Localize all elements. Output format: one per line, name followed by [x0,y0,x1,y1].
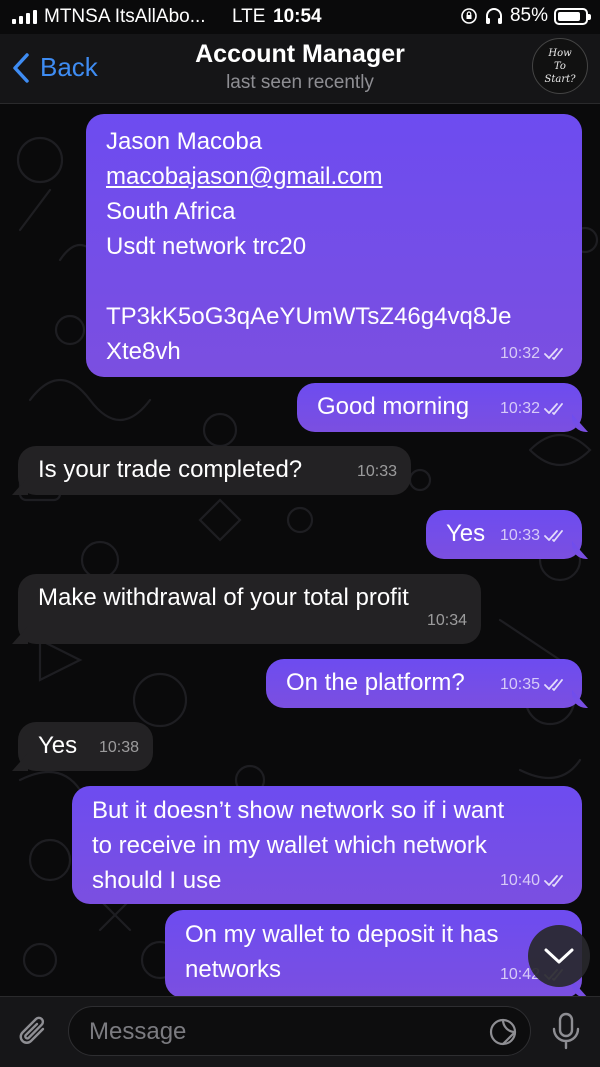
orientation-lock-icon [461,8,477,24]
chat-header: Back Account Manager last seen recently … [0,34,600,104]
network-type: LTE [232,6,266,27]
back-button[interactable]: Back [12,52,98,83]
double-check-icon [544,529,568,543]
back-label: Back [40,52,98,82]
avatar[interactable]: How To Start? [532,38,588,94]
chevron-down-icon [544,948,574,964]
message-text-line: TP3kK5oG3qAeYUmWTsZ46g4vq8Je [106,303,512,330]
headphones-icon [485,8,502,24]
message-text-line: Xte8vh [106,338,181,365]
avatar-text-line: How [548,47,572,59]
battery-icon [554,7,591,25]
message-text: Is your trade completed? [38,456,303,483]
message-time: 10:38 [98,739,139,756]
email-link[interactable]: macobajason@gmail.com [106,159,562,194]
chevron-left-icon [13,52,29,83]
message-time: 10:35 [499,676,540,693]
chat-title: Account Manager [195,40,405,68]
scroll-to-bottom-button[interactable] [528,925,590,987]
status-time: 10:54 [273,6,322,27]
status-bar: MTNSA ItsAllAbo... LTE 10:54 85% [0,0,600,34]
message-bubble-outgoing[interactable]: Good morning 10:32 [297,383,582,432]
voice-message-button[interactable] [550,1011,582,1056]
avatar-text-line: Start? [544,73,576,85]
last-seen-status: last seen recently [226,72,374,93]
carrier-name: MTNSA ItsAllAbo... [44,6,206,27]
signal-icon [12,10,37,24]
message-bubble-incoming[interactable]: Is your trade completed? 10:33 [18,446,411,495]
message-bubble-outgoing[interactable]: On the platform? 10:35 [266,659,582,708]
message-text-line: should I use [92,867,222,894]
chat-title-area[interactable]: Account Manager last seen recently [150,40,450,94]
message-text: Yes [446,520,486,547]
double-check-icon [544,347,568,361]
avatar-text-line: To [554,60,566,72]
message-time: 10:32 [499,400,540,417]
message-bubble-outgoing[interactable]: But it doesn’t show network so if i want… [72,786,582,904]
message-text-line: to receive in my wallet which network [92,832,487,859]
message-text-line: South Africa [106,198,236,225]
double-check-icon [544,874,568,888]
message-time: 10:33 [499,527,540,544]
sticker-icon [489,1018,517,1046]
message-time: 10:33 [356,463,397,480]
message-bubble-outgoing[interactable]: Jason Macoba macobajason@gmail.com South… [86,114,582,377]
message-text: Make withdrawal of your total profit [38,584,409,611]
message-text: Good morning [317,393,470,420]
message-input-placeholder: Message [89,1018,187,1045]
message-text-line: Usdt network trc20 [106,233,307,260]
message-text-line: Jason Macoba [106,128,263,155]
message-time: 10:40 [499,872,540,889]
message-bubble-incoming[interactable]: Yes 10:38 [18,722,153,771]
message-input[interactable]: Message [68,1006,531,1056]
double-check-icon [544,678,568,692]
message-bubble-outgoing[interactable]: On my wallet to deposit it has networks … [165,910,582,998]
message-time: 10:34 [426,612,467,629]
message-bubble-outgoing[interactable]: Yes 10:33 [426,510,582,559]
message-text-line: On my wallet to deposit it has [185,921,499,948]
message-composer: Message [0,996,600,1067]
message-text-line: But it doesn’t show network so if i want [92,797,505,824]
message-text: On the platform? [286,669,465,696]
message-bubble-incoming[interactable]: Make withdrawal of your total profit 10:… [18,574,481,644]
battery-percent: 85% [509,5,548,26]
message-text: Yes [38,732,78,759]
sticker-button[interactable] [488,1017,518,1052]
paperclip-icon [19,1016,45,1044]
message-time: 10:32 [499,345,540,362]
double-check-icon [544,402,568,416]
microphone-icon [552,1012,580,1050]
attach-button[interactable] [16,1013,52,1054]
